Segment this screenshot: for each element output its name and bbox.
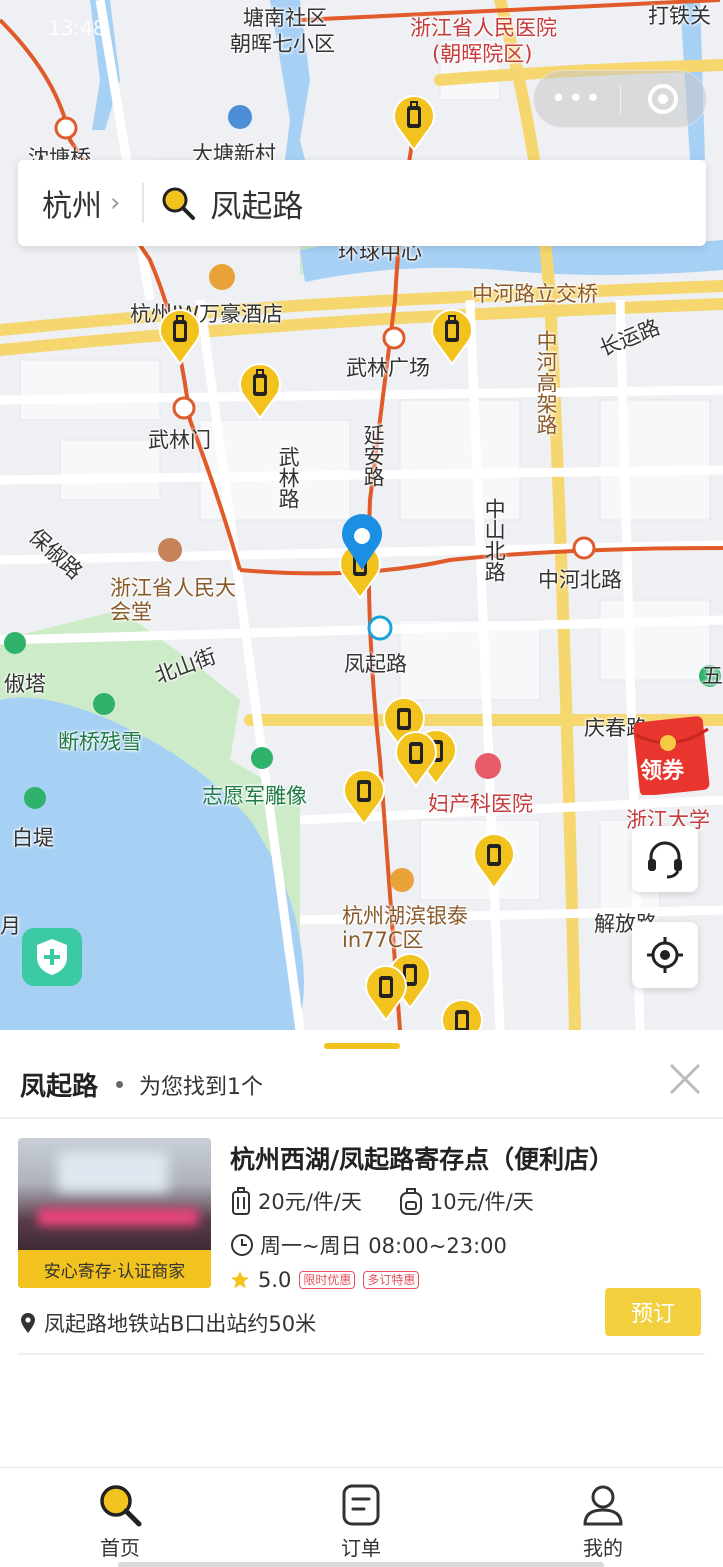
tab-profile[interactable]: 我的 (543, 1468, 663, 1567)
map-label: 打铁关 (648, 4, 711, 28)
storage-pin[interactable] (440, 996, 484, 1030)
map-label: 武林门 (148, 428, 211, 452)
storage-pin[interactable] (158, 306, 202, 366)
tab-home[interactable]: 首页 (60, 1468, 180, 1567)
opening-hours: 周一~周日 08:00~23:00 (260, 1234, 507, 1258)
customer-service-button[interactable] (632, 826, 698, 892)
panel-handle[interactable] (324, 1043, 400, 1049)
coupon-button[interactable]: 领券 (632, 713, 723, 796)
backpack-icon (399, 1188, 422, 1215)
results-panel: 凤起路 为您找到1个 安心寄存·认证商家 杭州西湖/凤起路寄存点（便利店） 20… (0, 1030, 723, 1467)
locate-me-button[interactable] (632, 922, 698, 988)
map-label: 断桥残雪 (58, 730, 142, 754)
search-icon (100, 1485, 142, 1527)
tab-label: 首页 (100, 1536, 140, 1560)
map-label: 凤起路 (344, 652, 407, 676)
results-header: 凤起路 为您找到1个 (20, 1066, 263, 1103)
map-label: 延安路 (361, 424, 386, 487)
map-label: 月 (0, 914, 21, 938)
map-label: (朝晖院区) (432, 42, 533, 66)
star-icon (231, 1271, 249, 1289)
results-query: 凤起路 (20, 1072, 99, 1102)
shop-photo: 安心寄存·认证商家 (18, 1138, 211, 1288)
divider (18, 1353, 705, 1355)
results-count: 为您找到1个 (139, 1074, 264, 1100)
order-icon (342, 1484, 380, 1526)
coupon-label: 领券 (640, 759, 685, 784)
storage-pin[interactable] (430, 306, 474, 366)
status-time: 13:48 (48, 16, 106, 40)
tab-label: 我的 (583, 1536, 623, 1560)
map-label: 中河高架路 (534, 330, 559, 435)
storage-pin[interactable] (238, 360, 282, 420)
storage-pin[interactable] (394, 728, 438, 788)
shop-address: 凤起路地铁站B口出站约50米 (44, 1312, 317, 1336)
storage-pin[interactable] (472, 830, 516, 890)
separator-dot (116, 1081, 124, 1088)
map-label: 武林路 (276, 446, 301, 509)
price-row: 20元/件/天 10元/件/天 (230, 1186, 534, 1216)
search-bar: 杭州 › 凤起路 (18, 160, 706, 246)
map-label: 中河路立交桥 (472, 282, 598, 306)
map-label: 武林广场 (346, 356, 430, 380)
user-icon (583, 1485, 623, 1526)
rating-row: 5.0 限时优惠 多订特惠 (230, 1268, 420, 1292)
map-label: 五 (702, 664, 723, 688)
close-program-button[interactable] (621, 84, 707, 114)
bag-price: 10元/件/天 (429, 1190, 534, 1214)
target-circle-icon (648, 84, 679, 114)
mini-program-capsule: ••• (533, 70, 707, 128)
location-pin-icon (21, 1313, 35, 1333)
map-label: 俶塔 (4, 672, 46, 696)
headset-icon (648, 841, 682, 879)
map-label: 志愿军雕像 (202, 784, 307, 808)
map-label: 浙江省人民医院 (410, 16, 557, 40)
search-input[interactable]: 凤起路 (210, 181, 303, 226)
map-view[interactable]: 塘南社区 朝晖七小区 浙江省人民医院 (朝晖院区) 大塘新村 沈塘桥 打铁关 环… (0, 0, 723, 1030)
search-icon (162, 187, 196, 220)
map-label: 塘南社区 (243, 6, 327, 30)
more-button[interactable]: ••• (534, 84, 620, 114)
rating-value: 5.0 (258, 1268, 292, 1292)
luggage-price: 20元/件/天 (258, 1190, 362, 1214)
city-selector[interactable]: 杭州 › (42, 181, 120, 225)
map-label: 白堤 (12, 826, 54, 850)
storage-pin[interactable] (392, 92, 436, 152)
search-divider (142, 183, 145, 223)
crosshair-icon (647, 937, 683, 973)
shield-plus-icon (37, 939, 67, 975)
divider (0, 1117, 723, 1119)
chevron-right-icon: › (110, 188, 121, 218)
map-label: 杭州JW万豪酒店 (130, 302, 283, 326)
map-label: 朝晖七小区 (230, 32, 335, 56)
tab-label: 订单 (341, 1536, 381, 1560)
address-row: 凤起路地铁站B口出站约50米 (20, 1308, 316, 1338)
map-label: 浙江省人民大会堂 (110, 576, 236, 625)
bottom-tab-bar: 首页 订单 我的 (0, 1467, 723, 1567)
storage-pin[interactable] (364, 962, 408, 1022)
storage-pin[interactable] (342, 766, 386, 826)
clock-icon (231, 1234, 253, 1256)
close-icon[interactable] (668, 1062, 702, 1096)
location-marker-icon (340, 514, 384, 572)
home-indicator (118, 1562, 604, 1567)
map-label: 妇产科医院 (428, 792, 533, 816)
verified-badge: 安心寄存·认证商家 (18, 1250, 211, 1288)
promo-tag: 限时优惠 (299, 1271, 356, 1289)
city-label: 杭州 (42, 189, 102, 224)
promo-tag: 多订特惠 (363, 1271, 420, 1289)
tab-orders[interactable]: 订单 (301, 1468, 421, 1567)
map-label: 中山北路 (482, 498, 507, 582)
shop-title: 杭州西湖/凤起路寄存点（便利店） (230, 1145, 615, 1174)
safety-shield-button[interactable] (22, 928, 82, 986)
luggage-icon (232, 1187, 250, 1215)
book-button[interactable]: 预订 (605, 1288, 701, 1336)
map-label: 中河北路 (538, 568, 622, 592)
map-label: 杭州湖滨银泰in77C区 (342, 904, 468, 953)
hours-row: 周一~周日 08:00~23:00 (230, 1230, 507, 1260)
